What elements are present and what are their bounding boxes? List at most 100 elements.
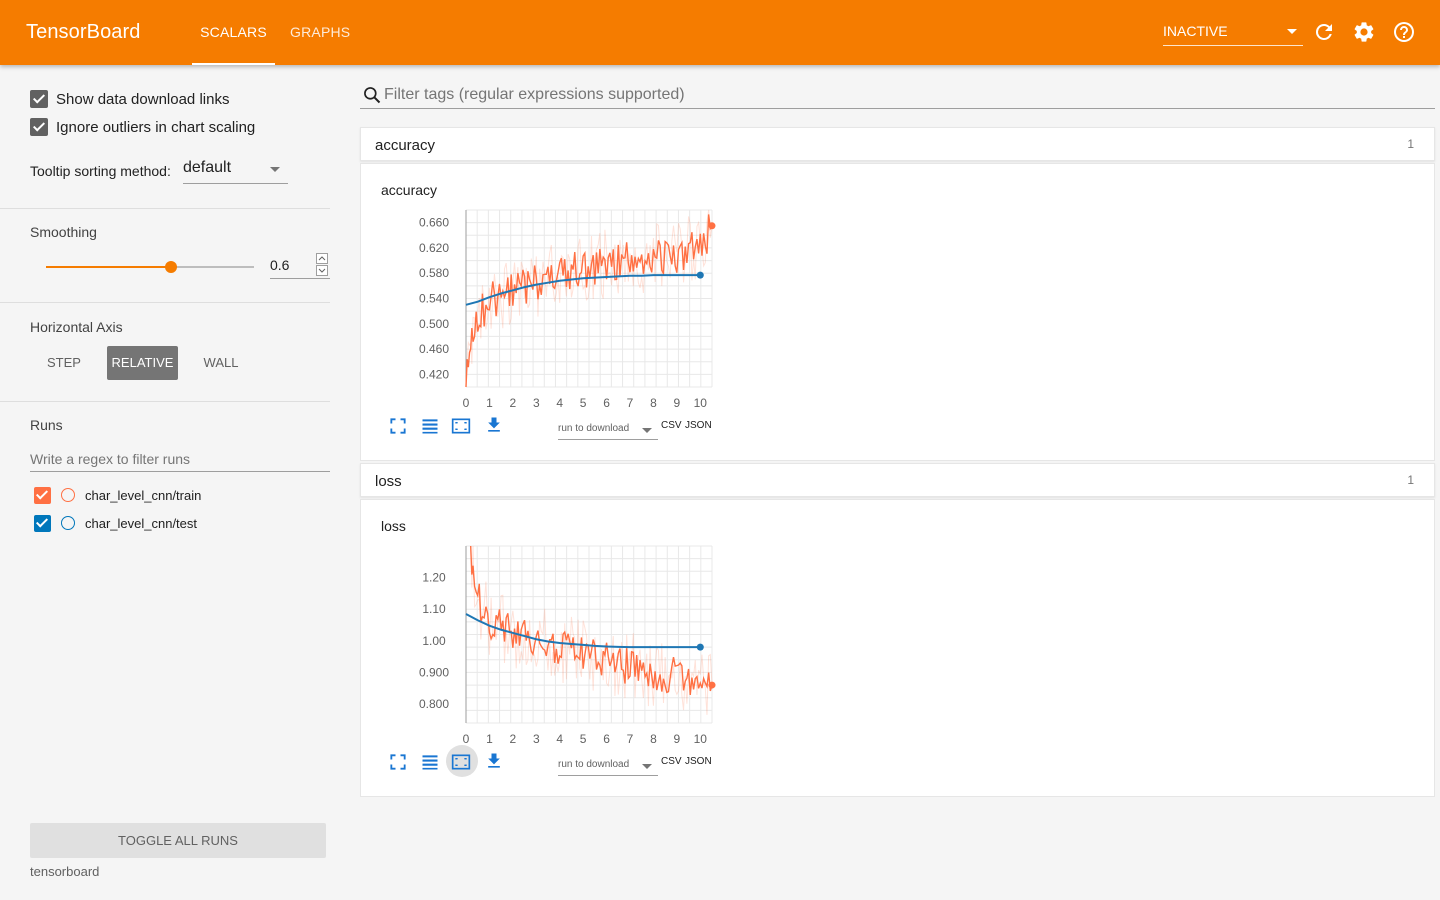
- tooltip-sorting-value: default: [183, 159, 232, 176]
- sidebar: Show data download links Ignore outliers…: [0, 65, 360, 900]
- y-tick-label: 0.580: [419, 266, 449, 280]
- x-tick-label: 10: [694, 732, 708, 746]
- x-tick-label: 9: [674, 396, 681, 410]
- slider-fill: [46, 266, 171, 268]
- smoothing-input[interactable]: 0.6: [270, 253, 330, 279]
- chevron-down-icon: [270, 167, 280, 172]
- train-series-endpoint: [708, 222, 716, 230]
- mode-select[interactable]: INACTIVE: [1163, 20, 1303, 46]
- list-icon[interactable]: [420, 416, 440, 436]
- axis-step-button[interactable]: STEP: [40, 346, 88, 380]
- fit-domain-icon[interactable]: [451, 752, 471, 772]
- accuracy-chart[interactable]: 0 1 2 3 4 5 6 7 8 9 10 0.660 0.620 0.580 0.540 0.500 0.4…: [361, 164, 761, 414]
- category-count: 1: [1407, 473, 1414, 487]
- fit-domain-icon[interactable]: [451, 416, 471, 436]
- fullscreen-icon[interactable]: [388, 752, 408, 772]
- x-tick-label: 7: [627, 396, 634, 410]
- sidebar-divider: [0, 302, 330, 303]
- tag-filter-input[interactable]: Filter tags (regular expressions support…: [384, 86, 685, 104]
- runs-filter-input[interactable]: [30, 447, 330, 472]
- category-name: accuracy: [375, 137, 436, 154]
- settings-icon[interactable]: [1352, 20, 1376, 44]
- run-train-checkbox[interactable]: [34, 486, 51, 504]
- x-tick-label: 2: [510, 396, 517, 410]
- help-icon[interactable]: [1392, 20, 1416, 44]
- download-links-checkbox[interactable]: [30, 90, 48, 108]
- x-tick-label: 5: [580, 396, 587, 410]
- x-tick-label: 6: [603, 396, 610, 410]
- ignore-outliers-option[interactable]: Ignore outliers in chart scaling: [30, 117, 255, 137]
- download-links-label: Show data download links: [56, 90, 230, 108]
- app-header: TensorBoard SCALARS GRAPHS INACTIVE: [0, 0, 1440, 65]
- ignore-outliers-checkbox[interactable]: [30, 118, 48, 136]
- sidebar-divider: [0, 401, 330, 402]
- y-tick-label: 0.420: [419, 367, 449, 381]
- run-download-select[interactable]: run to download: [558, 756, 658, 776]
- chart-card-accuracy: accuracy 0 1 2 3 4 5 6 7 8 9 10 0.660 0.620 0.580 0.54…: [360, 163, 1435, 461]
- stepper-icon[interactable]: [316, 253, 328, 277]
- search-icon: [364, 87, 381, 104]
- smoothing-slider[interactable]: [46, 260, 254, 274]
- category-accuracy-header[interactable]: accuracy 1: [360, 127, 1435, 161]
- category-loss-header[interactable]: loss 1: [360, 463, 1435, 497]
- chevron-down-icon: [642, 428, 652, 433]
- sidebar-divider: [0, 208, 330, 209]
- run-download-select[interactable]: run to download: [558, 420, 658, 440]
- refresh-icon[interactable]: [1312, 20, 1336, 44]
- download-icon[interactable]: [484, 415, 504, 435]
- test-series-endpoint: [696, 271, 704, 279]
- x-tick-label: 2: [510, 732, 517, 746]
- list-icon[interactable]: [420, 752, 440, 772]
- main-panel: Filter tags (regular expressions support…: [360, 65, 1440, 900]
- csv-link[interactable]: CSV: [661, 756, 682, 767]
- run-test-color-circle: [61, 516, 75, 530]
- run-train-color-circle: [61, 488, 75, 502]
- smoothing-title: Smoothing: [30, 224, 97, 240]
- y-tick-label: 0.460: [419, 342, 449, 356]
- tooltip-sorting-label: Tooltip sorting method:: [30, 163, 171, 179]
- toggle-all-runs-button[interactable]: TOGGLE ALL RUNS: [30, 823, 326, 858]
- y-tick-label: 0.660: [419, 216, 449, 230]
- run-train-label: char_level_cnn/train: [85, 487, 202, 503]
- x-tick-label: 4: [556, 396, 563, 410]
- x-tick-label: 10: [694, 396, 708, 410]
- tooltip-sorting-select[interactable]: default: [183, 159, 288, 184]
- chart-card-loss: loss 0 1 2 3 4 5 6 7 8 9 10 1.20 1.10 1.00 0.900 0.800 …: [360, 499, 1435, 797]
- json-link[interactable]: JSON: [685, 756, 712, 767]
- x-tick-label: 7: [627, 732, 634, 746]
- run-item-train[interactable]: char_level_cnn/train: [34, 486, 201, 504]
- tag-filter[interactable]: Filter tags (regular expressions support…: [360, 83, 1435, 109]
- x-tick-label: 9: [674, 732, 681, 746]
- run-download-value: run to download: [558, 759, 630, 770]
- run-test-checkbox[interactable]: [34, 514, 51, 532]
- run-item-test[interactable]: char_level_cnn/test: [34, 514, 197, 532]
- json-link[interactable]: JSON: [685, 420, 712, 431]
- slider-knob[interactable]: [164, 261, 177, 273]
- run-test-label: char_level_cnn/test: [85, 515, 198, 531]
- x-tick-label: 5: [580, 732, 587, 746]
- axis-wall-button[interactable]: WALL: [196, 346, 246, 380]
- y-tick-label: 1.00: [422, 634, 446, 648]
- x-tick-label: 0: [463, 396, 470, 410]
- download-links-option[interactable]: Show data download links: [30, 89, 229, 109]
- y-tick-label: 0.900: [419, 665, 449, 679]
- fullscreen-icon[interactable]: [388, 416, 408, 436]
- x-tick-label: 0: [463, 732, 470, 746]
- axis-relative-button[interactable]: RELATIVE: [107, 346, 178, 380]
- tab-graphs[interactable]: GRAPHS: [290, 0, 350, 65]
- download-icon[interactable]: [484, 751, 504, 771]
- app-brand: TensorBoard: [26, 21, 141, 43]
- test-series-endpoint: [696, 643, 704, 651]
- x-tick-label: 4: [556, 732, 563, 746]
- y-tick-label: 0.540: [419, 292, 449, 306]
- y-tick-label: 1.10: [422, 602, 446, 616]
- loss-chart[interactable]: 0 1 2 3 4 5 6 7 8 9 10 1.20 1.10 1.00 0.900 0.800: [361, 500, 761, 750]
- x-tick-label: 3: [533, 732, 540, 746]
- y-tick-label: 0.500: [419, 317, 449, 331]
- chevron-down-icon: [1287, 29, 1297, 34]
- csv-link[interactable]: CSV: [661, 420, 682, 431]
- train-series-endpoint: [708, 681, 716, 689]
- ignore-outliers-label: Ignore outliers in chart scaling: [56, 118, 256, 136]
- tab-scalars[interactable]: SCALARS: [192, 0, 275, 65]
- mode-select-value: INACTIVE: [1163, 23, 1228, 39]
